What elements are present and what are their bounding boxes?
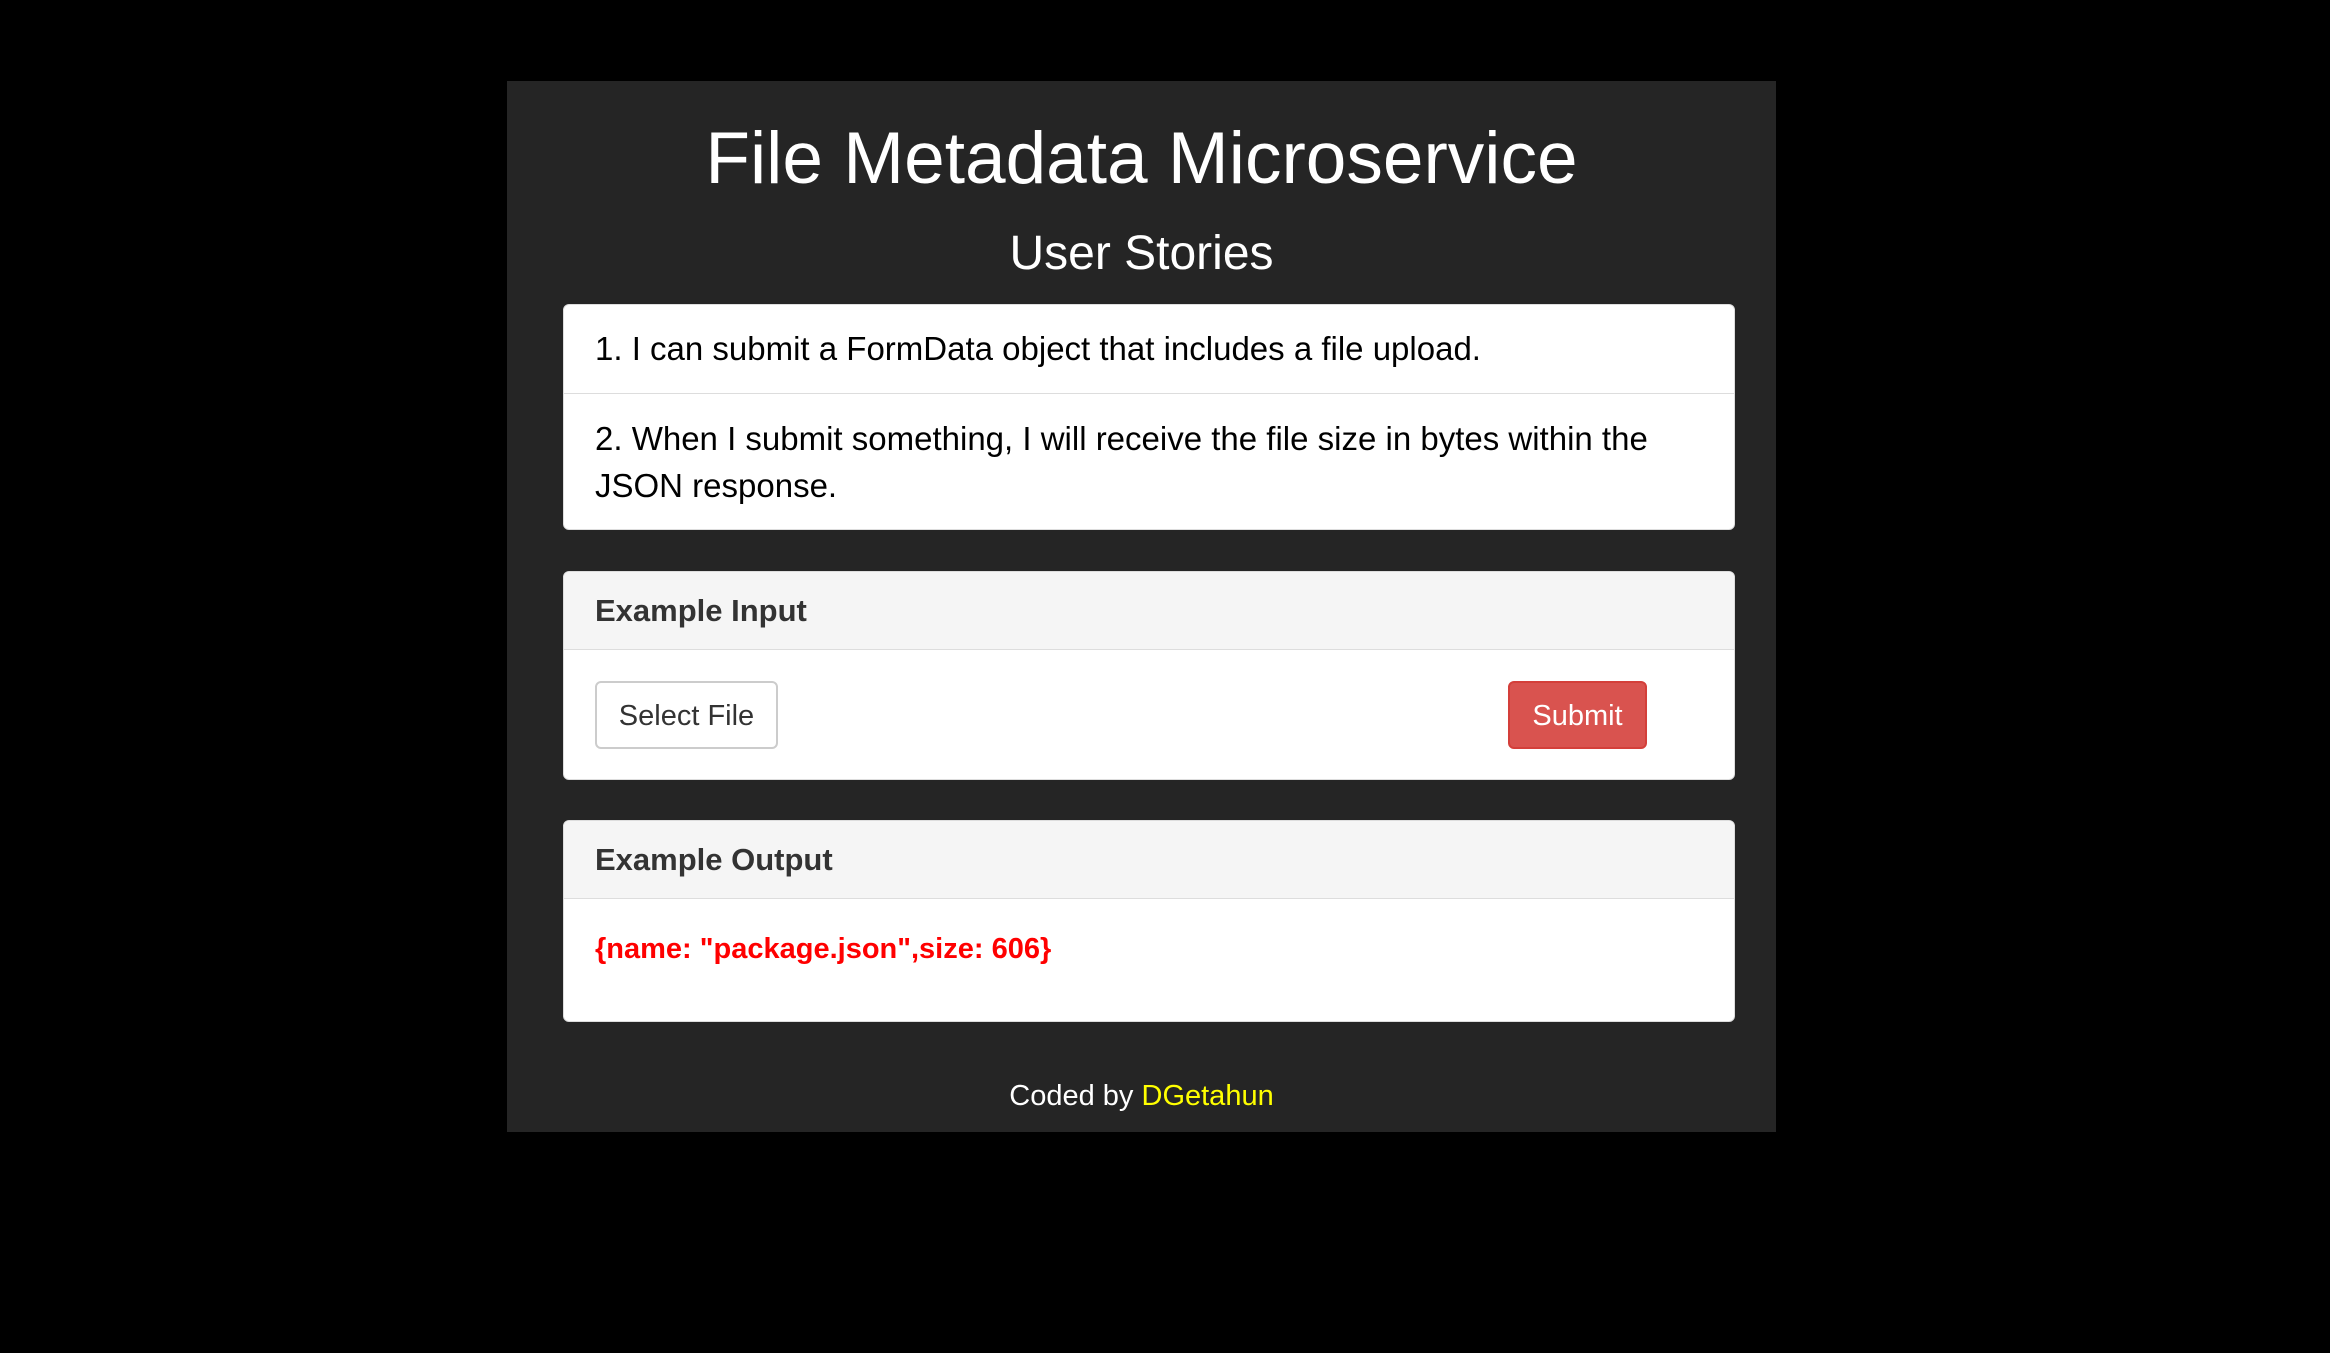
submit-button[interactable]: Submit [1508,681,1647,749]
list-item: 1. I can submit a FormData object that i… [564,305,1734,394]
example-output-code: {name: "package.json",size: 606} [595,933,1052,965]
user-stories-list: 1. I can submit a FormData object that i… [563,304,1735,530]
select-file-button[interactable]: Select File [595,681,778,749]
footer-prefix: Coded by [1009,1080,1134,1112]
example-output-panel: Example Output {name: "package.json",siz… [563,820,1735,1022]
page-title: File Metadata Microservice [705,118,1578,199]
author-link[interactable]: DGetahun [1142,1080,1274,1112]
example-input-panel: Example Input Select File Submit [563,571,1735,780]
list-item: 2. When I submit something, I will recei… [595,420,1648,504]
user-stories-heading: User Stories [1009,227,1274,280]
example-output-heading: Example Output [564,821,1734,899]
footer: Coded by DGetahun [507,1076,1776,1116]
example-input-heading: Example Input [564,572,1734,650]
main-container: File Metadata Microservice User Stories … [507,81,1776,1132]
